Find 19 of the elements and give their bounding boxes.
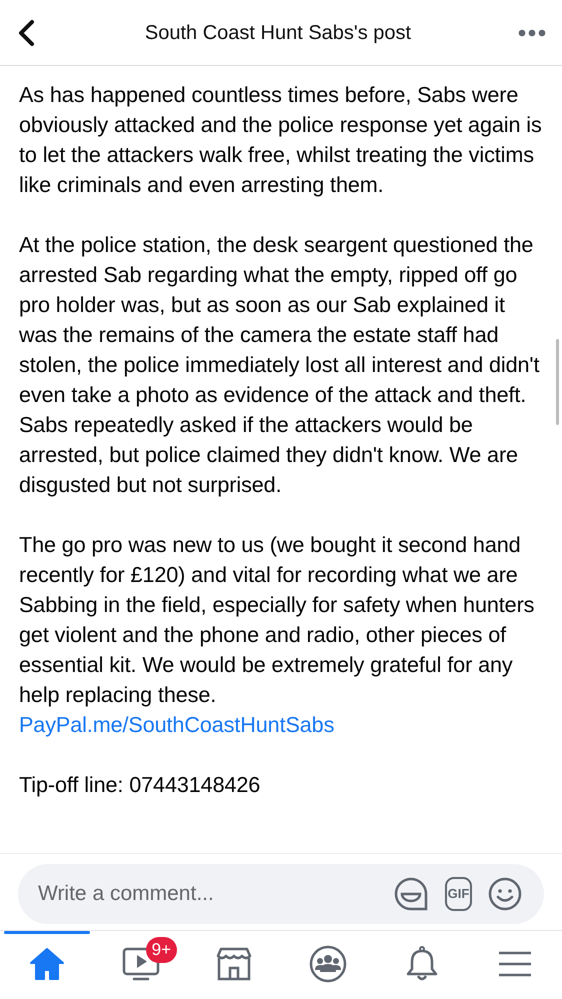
gif-button[interactable]: GIF (444, 877, 472, 911)
more-icon[interactable] (518, 28, 546, 36)
post-paragraph: The go pro was new to us (we bought it second hand recently for £120) and vital for recording what we are Sabbing in the field, especially for safety when hunters get violent and the phone and radio, other pieces of essential kit. We would be extremely grateful for any help replacing these. PayPal.me/SouthCoastHuntSabs (19, 530, 548, 740)
emoji-icon[interactable] (488, 877, 522, 911)
page-title: South Coast Hunt Sabs's post (144, 20, 412, 46)
store-icon (215, 946, 254, 982)
post-paragraph: At the police station, the desk seargent questioned the arrested Sab regarding what the empty, ripped off go pro holder was, but as soon as our Sab explained it was the remains of the camera the estate staff had stolen, the police immediately lost all interest and didn't even take a photo as evidence of the attack and theft. Sabs repeatedly asked if the attackers would be arrested, but police claimed they didn't know. We are disgusted but not surprised. (19, 231, 540, 499)
notification-count: 9+ (146, 937, 178, 963)
comment-field[interactable]: Write a comment... GIF (18, 864, 544, 924)
bell-icon (404, 945, 439, 983)
paypal-link[interactable]: PayPal.me/SouthCoastHuntSabs (19, 710, 334, 740)
scrollbar[interactable] (556, 339, 559, 425)
post-paragraph: Tip-off line: 07443148426 (19, 771, 262, 799)
post-paragraph: As has happened countless times before, Sabs were obviously attacked and the police response yet again is to let the attackers walk free, whilst treating the victims like criminals and even arresting them. (19, 81, 543, 199)
home-icon (28, 947, 65, 981)
nav-tab[interactable]: 9+ (94, 931, 188, 997)
menu-icon (498, 950, 532, 978)
sticker-icon[interactable] (392, 876, 429, 912)
groups-icon (308, 945, 347, 983)
